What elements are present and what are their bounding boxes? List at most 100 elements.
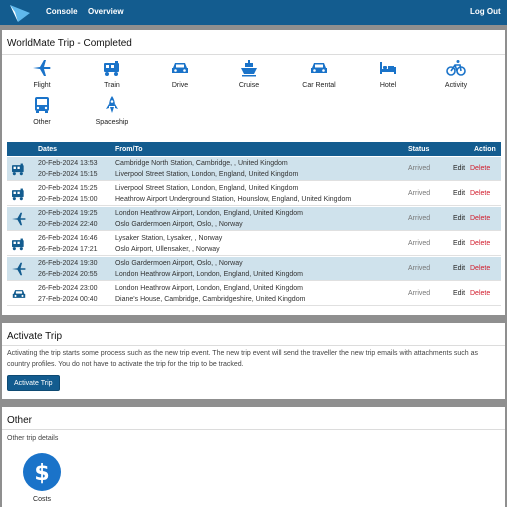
to-location: Oslo Airport, Ullensaker, , Norway [115, 245, 220, 253]
from-location: Lysaker Station, Lysaker, , Norway [115, 235, 223, 242]
row-from-to: Cambridge North Station, Cambridge, , Un… [115, 159, 298, 180]
table-row: 26-Feb-2024 23:00 27-Feb-2024 00:40 Londo… [7, 282, 501, 306]
costs-tile[interactable]: $ Costs [20, 452, 64, 503]
edit-button[interactable]: Edit [453, 165, 465, 172]
bicycle-icon [446, 60, 466, 76]
trip-panel: WorldMate Trip - Completed Flight Train … [2, 30, 505, 315]
to-location: Heathrow Airport Underground Station, Ho… [115, 195, 352, 203]
tile-label: Hotel [379, 82, 397, 89]
ship-icon [241, 60, 257, 77]
table-row: 20-Feb-2024 15:25 20-Feb-2024 15:00 Liver… [7, 182, 501, 206]
col-action: Action [474, 146, 496, 153]
other-subtitle: Other trip details [7, 435, 59, 442]
delete-button[interactable]: Delete [470, 190, 490, 197]
add-cruise-tile[interactable]: Cruise [227, 58, 271, 89]
train-icon [12, 163, 24, 176]
col-status: Status [408, 146, 430, 153]
status-text: Arrived [408, 290, 431, 297]
car-icon [12, 290, 26, 298]
row-dates: 26-Feb-2024 23:00 27-Feb-2024 00:40 [38, 284, 98, 305]
row-from-to: Oslo Gardermoen Airport, Oslo, , Norway L… [115, 259, 303, 280]
row-from-to: London Heathrow Airport, London, England… [115, 284, 305, 305]
table-row: 20-Feb-2024 13:53 20-Feb-2024 15:15 Cambr… [7, 157, 501, 181]
date-depart: 26-Feb-2024 19:30 [38, 260, 98, 267]
status-text: Arrived [408, 215, 431, 222]
date-arrive: 20-Feb-2024 22:40 [38, 220, 98, 228]
add-activity-tile[interactable]: Activity [434, 58, 478, 89]
tile-label: Activity [444, 82, 468, 89]
plane-icon [12, 212, 26, 226]
tile-label: Flight [33, 82, 51, 89]
tile-label: Car Rental [302, 82, 336, 89]
add-spaceship-tile[interactable]: Spaceship [90, 95, 134, 126]
add-car-rental-tile[interactable]: Car Rental [297, 58, 341, 89]
section-title: Activate Trip [7, 331, 63, 342]
add-drive-tile[interactable]: Drive [158, 58, 202, 89]
col-from-to: From/To [115, 146, 143, 153]
to-location: London Heathrow Airport, London, England… [115, 270, 303, 278]
date-arrive: 27-Feb-2024 00:40 [38, 295, 98, 303]
table-row: 20-Feb-2024 19:25 20-Feb-2024 22:40 Londo… [7, 207, 501, 231]
activate-description: Activating the trip starts some process … [7, 350, 479, 368]
date-depart: 20-Feb-2024 13:53 [38, 160, 98, 167]
tile-label: Drive [171, 82, 189, 89]
divider [2, 345, 505, 346]
page-title: WorldMate Trip - Completed [7, 38, 132, 49]
row-dates: 26-Feb-2024 16:46 26-Feb-2024 17:21 [38, 234, 98, 255]
add-flight-tile[interactable]: Flight [20, 58, 64, 89]
car-rental-icon [311, 63, 327, 73]
table-row: 26-Feb-2024 16:46 26-Feb-2024 17:21 Lysak… [7, 232, 501, 256]
row-dates: 20-Feb-2024 15:25 20-Feb-2024 15:00 [38, 184, 98, 205]
activate-panel: Activate Trip Activating the trip starts… [2, 323, 505, 399]
delete-button[interactable]: Delete [470, 240, 490, 247]
nav-console[interactable]: Console [46, 7, 78, 16]
from-location: Oslo Gardermoen Airport, Oslo, , Norway [115, 260, 243, 267]
date-arrive: 20-Feb-2024 15:00 [38, 195, 98, 203]
status-text: Arrived [408, 240, 431, 247]
train-icon [104, 61, 119, 76]
delete-button[interactable]: Delete [470, 265, 490, 272]
divider [2, 54, 505, 55]
to-location: Liverpool Street Station, London, Englan… [115, 170, 299, 178]
bed-icon [380, 62, 396, 74]
delete-button[interactable]: Delete [470, 215, 490, 222]
tile-label: Train [104, 82, 120, 89]
date-arrive: 26-Feb-2024 20:55 [38, 270, 98, 278]
tile-label: Spaceship [95, 119, 129, 126]
to-location: Oslo Gardermoen Airport, Oslo, , Norway [115, 220, 243, 228]
row-from-to: London Heathrow Airport, London, England… [115, 209, 303, 230]
add-hotel-tile[interactable]: Hotel [366, 58, 410, 89]
activate-trip-button[interactable]: Activate Trip [7, 375, 60, 391]
app-logo-icon[interactable] [8, 3, 32, 23]
divider [2, 429, 505, 430]
other-panel: Other Other trip details $ Costs [2, 407, 505, 507]
delete-button[interactable]: Delete [470, 290, 490, 297]
nav-overview[interactable]: Overview [88, 7, 124, 16]
logout-link[interactable]: Log Out [470, 7, 501, 16]
row-dates: 26-Feb-2024 19:30 26-Feb-2024 20:55 [38, 259, 98, 280]
status-text: Arrived [408, 165, 431, 172]
edit-button[interactable]: Edit [453, 290, 465, 297]
top-navbar: Console Overview Log Out [0, 0, 507, 25]
row-dates: 20-Feb-2024 13:53 20-Feb-2024 15:15 [38, 159, 98, 180]
date-arrive: 26-Feb-2024 17:21 [38, 245, 98, 253]
costs-label: Costs [33, 496, 51, 503]
edit-button[interactable]: Edit [453, 240, 465, 247]
edit-button[interactable]: Edit [453, 190, 465, 197]
col-dates: Dates [38, 146, 58, 153]
add-other-tile[interactable]: Other [20, 95, 64, 126]
delete-button[interactable]: Delete [470, 165, 490, 172]
row-from-to: Lysaker Station, Lysaker, , Norway Oslo A… [115, 234, 222, 255]
date-depart: 26-Feb-2024 16:46 [38, 235, 98, 242]
dollar-icon: $ [23, 453, 61, 491]
status-text: Arrived [408, 190, 431, 197]
from-location: Liverpool Street Station, London, Englan… [115, 185, 299, 192]
edit-button[interactable]: Edit [453, 265, 465, 272]
plane-icon [12, 262, 26, 276]
plane-icon [33, 60, 51, 76]
tile-label: Cruise [238, 82, 260, 89]
row-dates: 20-Feb-2024 19:25 20-Feb-2024 22:40 [38, 209, 98, 230]
add-train-tile[interactable]: Train [90, 58, 134, 89]
edit-button[interactable]: Edit [453, 215, 465, 222]
date-depart: 20-Feb-2024 15:25 [38, 185, 98, 192]
